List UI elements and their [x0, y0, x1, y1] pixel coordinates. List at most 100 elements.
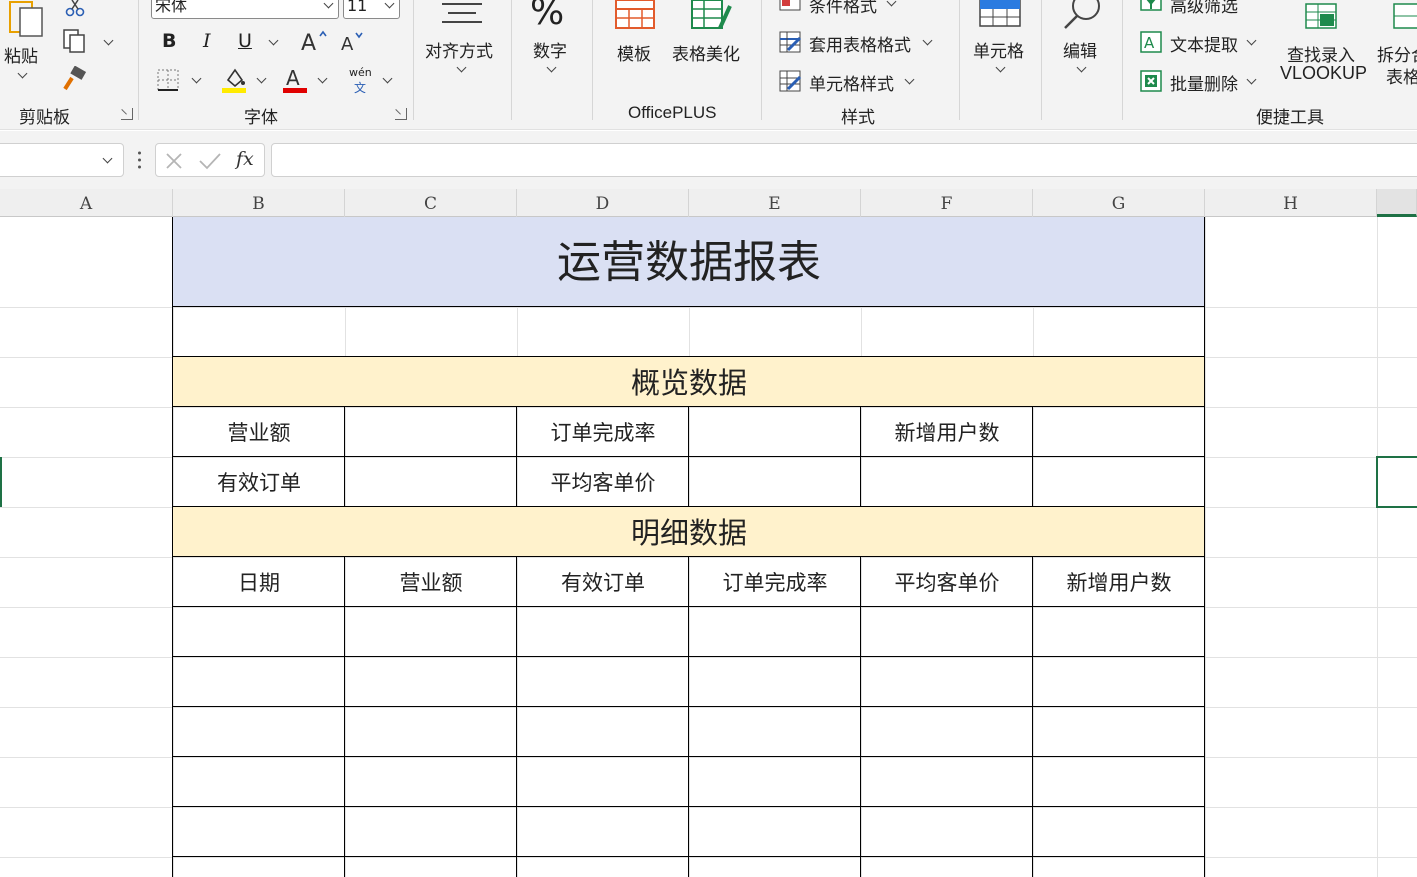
copy-dropdown-icon[interactable]	[103, 35, 114, 46]
worksheet-grid[interactable]: 运营数据报表 概览数据 营业额 订单完成率 新增用户数 有效订单 平均客单价 明…	[0, 217, 1417, 877]
alignment-icon[interactable]	[440, 0, 484, 28]
table-beautify-button[interactable]: 表格美化	[672, 40, 740, 65]
overview-avg-price-value[interactable]	[689, 457, 861, 507]
bold-button[interactable]: B	[162, 30, 176, 52]
format-painter-icon[interactable]	[62, 65, 88, 92]
cells-button[interactable]: 单元格	[973, 37, 1024, 62]
paste-icon[interactable]	[4, 0, 48, 40]
font-color-dropdown-icon[interactable]	[317, 73, 328, 84]
overview-valid-orders-value[interactable]	[345, 457, 517, 507]
column-header-e[interactable]: E	[689, 189, 861, 217]
table-format-dropdown-icon[interactable]	[922, 35, 933, 46]
borders-dropdown-icon[interactable]	[191, 73, 202, 84]
cut-icon[interactable]	[64, 0, 86, 18]
more-options-icon[interactable]	[138, 151, 141, 169]
fill-color-dropdown-icon[interactable]	[256, 73, 267, 84]
paste-button[interactable]: 粘贴	[4, 42, 38, 67]
split-table-label-line2[interactable]: 表格	[1386, 63, 1417, 88]
confirm-icon[interactable]	[198, 151, 222, 171]
advanced-filter-button[interactable]: 高级筛选	[1170, 0, 1238, 17]
text-extract-icon[interactable]: A	[1139, 30, 1165, 54]
phonetic-dropdown-icon[interactable]	[382, 73, 393, 84]
borders-icon[interactable]	[156, 68, 182, 94]
detail-header-new-users[interactable]: 新增用户数	[1033, 557, 1205, 607]
copy-icon[interactable]	[62, 28, 88, 54]
search-icon[interactable]	[1060, 0, 1104, 32]
alignment-dropdown-icon[interactable]	[456, 62, 467, 73]
text-extract-dropdown-icon[interactable]	[1246, 35, 1257, 46]
detail-header-completion[interactable]: 订单完成率	[689, 557, 861, 607]
increase-font-icon[interactable]: A	[300, 28, 328, 56]
table-format-icon[interactable]	[778, 30, 804, 54]
conditional-format-icon[interactable]	[778, 0, 804, 12]
batch-delete-button[interactable]: 批量删除	[1170, 70, 1238, 95]
cancel-icon[interactable]	[164, 151, 184, 171]
detail-header-revenue[interactable]: 营业额	[345, 557, 517, 607]
overview-completion-value[interactable]	[689, 407, 861, 457]
overview-avg-price-label[interactable]: 平均客单价	[517, 457, 689, 507]
overview-section-title[interactable]: 概览数据	[173, 357, 1205, 407]
report-title[interactable]: 运营数据报表	[173, 217, 1205, 307]
detail-header-valid-orders[interactable]: 有效订单	[517, 557, 689, 607]
insert-function-button[interactable]: fx	[236, 148, 254, 170]
lookup-label-line2[interactable]: VLOOKUP	[1280, 63, 1367, 84]
overview-new-users-value[interactable]	[1033, 407, 1205, 457]
cell-style-dropdown-icon[interactable]	[904, 74, 915, 85]
detail-header-avg-price[interactable]: 平均客单价	[861, 557, 1033, 607]
column-header-d[interactable]: D	[517, 189, 689, 217]
cell-style-button[interactable]: 单元格样式	[809, 70, 894, 95]
underline-button[interactable]: U	[238, 30, 252, 52]
cells-dropdown-icon[interactable]	[995, 62, 1006, 73]
column-header-c[interactable]: C	[345, 189, 517, 217]
column-header-i[interactable]	[1377, 189, 1417, 217]
overview-revenue-label[interactable]: 营业额	[173, 407, 345, 457]
detail-section-title[interactable]: 明细数据	[173, 507, 1205, 557]
number-dropdown-icon[interactable]	[546, 62, 557, 73]
blank-row[interactable]	[173, 307, 1205, 357]
overview-empty-cell[interactable]	[861, 457, 1033, 507]
font-launcher-icon[interactable]	[395, 108, 407, 120]
editing-button[interactable]: 编辑	[1063, 37, 1097, 62]
overview-empty-cell[interactable]	[1033, 457, 1205, 507]
paste-dropdown-icon[interactable]	[17, 68, 28, 79]
column-header-f[interactable]: F	[861, 189, 1033, 217]
conditional-format-dropdown-icon[interactable]	[886, 0, 897, 7]
editing-dropdown-icon[interactable]	[1076, 62, 1087, 73]
underline-dropdown-icon[interactable]	[268, 35, 279, 46]
font-name-select[interactable]: 宋体	[151, 0, 339, 19]
conditional-format-button[interactable]: 条件格式	[809, 0, 877, 17]
overview-completion-label[interactable]: 订单完成率	[517, 407, 689, 457]
formula-input[interactable]	[271, 143, 1417, 177]
template-button[interactable]: 模板	[617, 40, 651, 65]
column-header-a[interactable]: A	[0, 189, 173, 217]
fill-color-icon[interactable]	[222, 66, 248, 94]
italic-button[interactable]: I	[203, 30, 211, 52]
template-icon[interactable]	[614, 0, 656, 32]
cells-icon[interactable]	[978, 0, 1022, 28]
selected-cell[interactable]	[1376, 456, 1417, 508]
table-beautify-icon[interactable]	[690, 0, 732, 32]
overview-valid-orders-label[interactable]: 有效订单	[173, 457, 345, 507]
column-header-h[interactable]: H	[1205, 189, 1377, 217]
phonetic-guide-top[interactable]: wén	[349, 66, 372, 79]
cell-style-icon[interactable]	[778, 69, 804, 93]
advanced-filter-icon[interactable]	[1139, 0, 1165, 14]
overview-revenue-value[interactable]	[345, 407, 517, 457]
percent-icon[interactable]: %	[530, 0, 564, 33]
split-table-icon[interactable]	[1390, 0, 1417, 32]
lookup-icon[interactable]	[1302, 0, 1342, 32]
font-color-icon[interactable]: A	[283, 66, 309, 94]
overview-new-users-label[interactable]: 新增用户数	[861, 407, 1033, 457]
column-header-b[interactable]: B	[173, 189, 345, 217]
clipboard-launcher-icon[interactable]	[121, 108, 133, 120]
column-header-g[interactable]: G	[1033, 189, 1205, 217]
alignment-button[interactable]: 对齐方式	[425, 37, 493, 62]
detail-header-date[interactable]: 日期	[173, 557, 345, 607]
decrease-font-icon[interactable]: A	[340, 30, 366, 55]
batch-delete-icon[interactable]	[1139, 69, 1165, 93]
phonetic-guide-bottom[interactable]: 文	[354, 79, 366, 96]
text-extract-button[interactable]: 文本提取	[1170, 31, 1238, 56]
number-button[interactable]: 数字	[533, 37, 567, 62]
batch-delete-dropdown-icon[interactable]	[1246, 74, 1257, 85]
table-format-button[interactable]: 套用表格格式	[809, 31, 911, 56]
